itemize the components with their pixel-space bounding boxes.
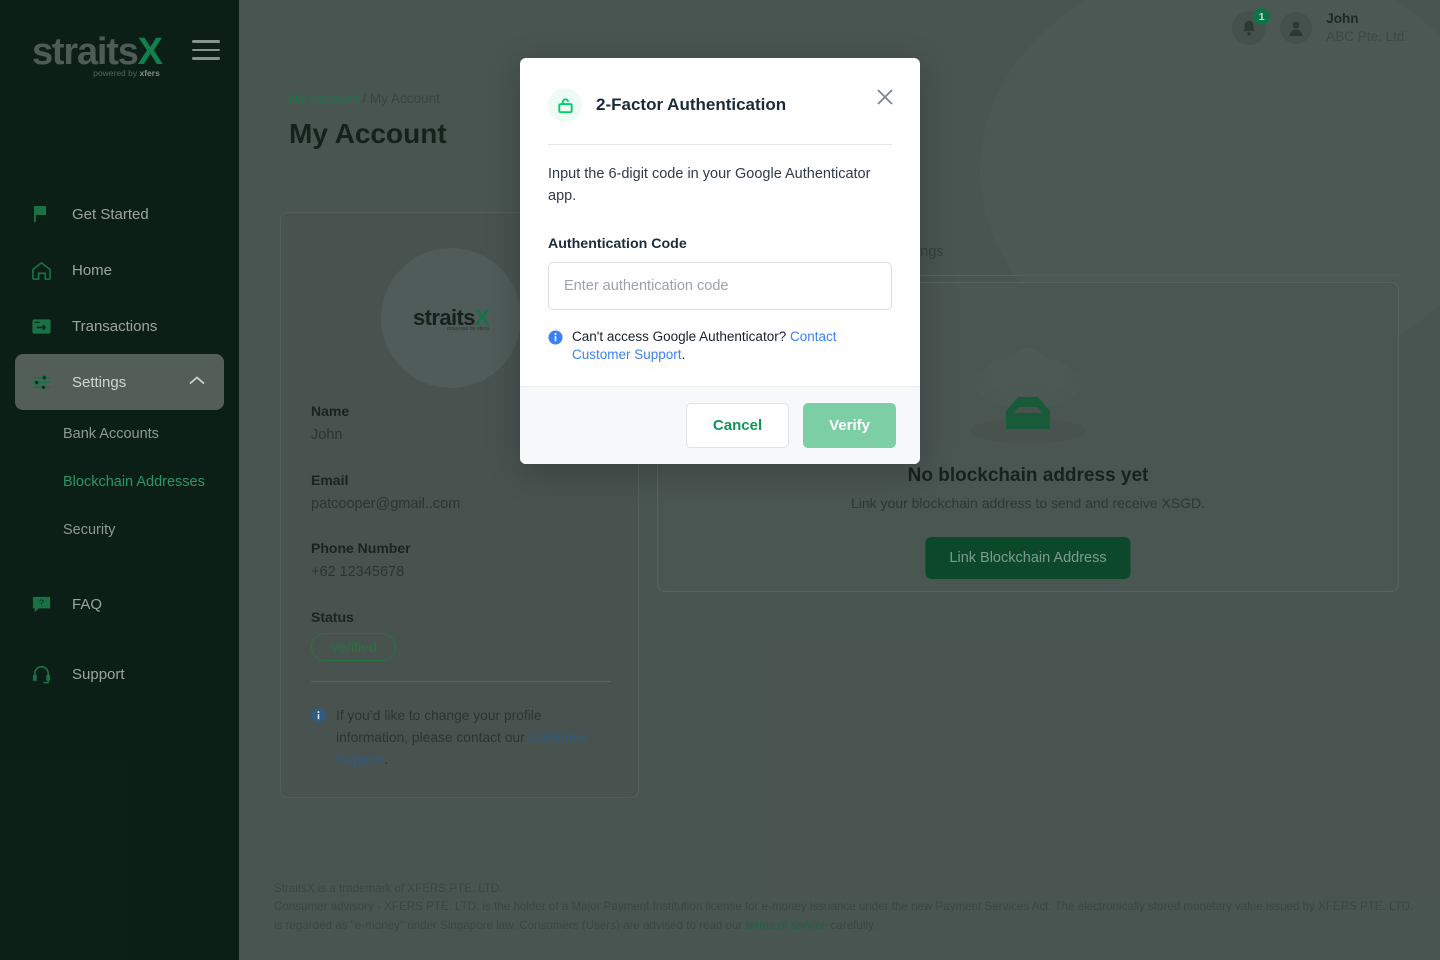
app-root: straitsX powered by xfers Get Started Ho…: [0, 0, 1440, 960]
modal-footer: Cancel Verify: [520, 386, 920, 465]
hint-text: Can't access Google Authenticator? Conta…: [572, 328, 837, 363]
close-icon[interactable]: [874, 86, 898, 110]
lock-icon: [548, 88, 582, 122]
modal-header: 2-Factor Authentication: [520, 58, 920, 122]
verify-button[interactable]: Verify: [803, 403, 896, 449]
modal-body: Input the 6-digit code in your Google Au…: [520, 145, 920, 386]
cancel-button[interactable]: Cancel: [685, 403, 790, 449]
modal-description: Input the 6-digit code in your Google Au…: [548, 166, 871, 205]
modal-title: 2-Factor Authentication: [596, 95, 787, 114]
info-icon: [548, 330, 563, 364]
authentication-code-label: Authentication Code: [548, 235, 687, 252]
two-factor-authentication-modal: 2-Factor Authentication Input the 6-digi…: [520, 58, 920, 465]
authenticator-hint: Can't access Google Authenticator? Conta…: [548, 328, 892, 364]
authentication-code-input[interactable]: [548, 261, 892, 310]
